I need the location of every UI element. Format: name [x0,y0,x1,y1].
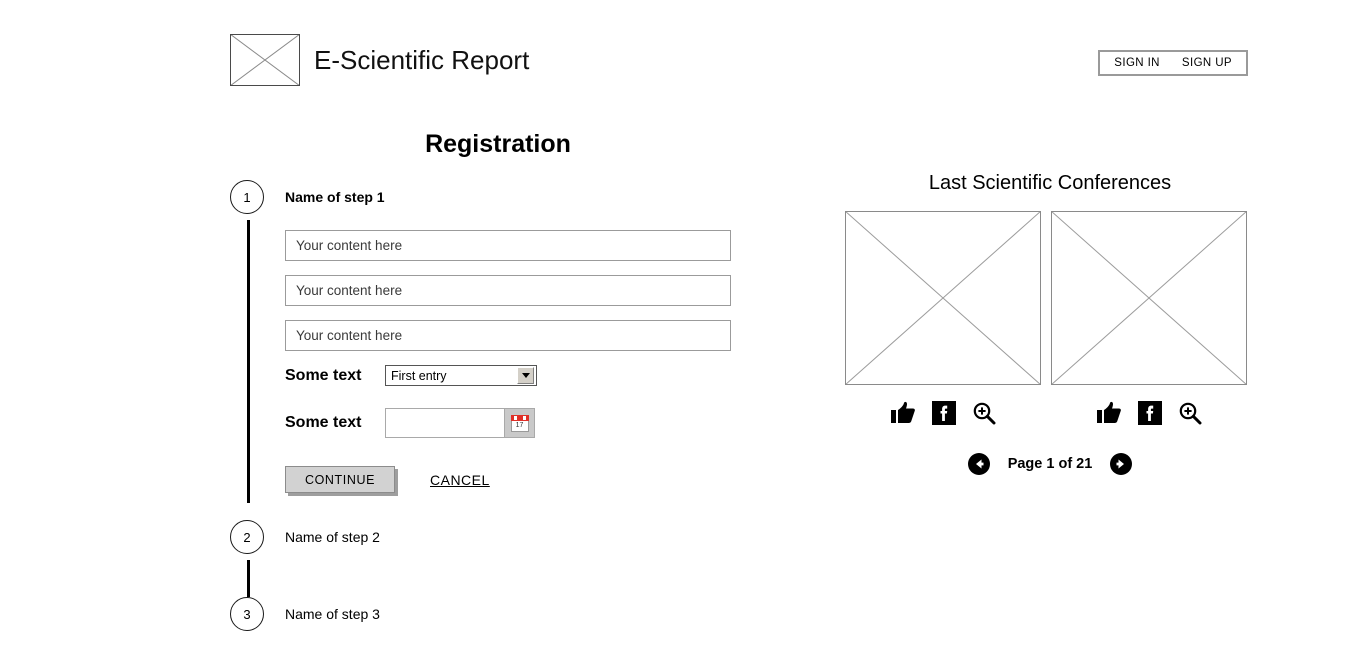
content-input-3[interactable] [285,320,731,351]
registration-page: E-Scientific Report SIGN IN SIGN UP Regi… [0,0,1366,660]
select-field-row: Some text First entry [285,365,731,386]
arrow-right-circle-icon[interactable] [1110,453,1133,475]
date-picker: 17 [385,408,535,438]
step-1-form: Some text First entry Some text [285,230,731,493]
sign-in-link[interactable]: SIGN IN [1114,57,1160,69]
conference-card-list [845,211,1255,425]
conference-card-actions [1051,401,1247,425]
conferences-title: Last Scientific Conferences [928,172,1172,194]
select-field-label: Some text [285,366,362,384]
step-1-label: Name of step 1 [285,189,385,205]
date-field-label: Some text [285,414,362,431]
step-2-number[interactable]: 2 [230,520,264,554]
pagination: Page 1 of 21 [845,453,1255,475]
arrow-left-circle-icon[interactable] [967,453,990,475]
auth-box: SIGN IN SIGN UP [1098,50,1248,76]
conference-card-actions [845,401,1041,425]
conference-image-placeholder[interactable] [1051,211,1247,385]
brand[interactable]: E-Scientific Report [230,34,529,86]
conferences-panel: Last Scientific Conferences Page 1 of 21 [845,172,1255,475]
facebook-icon[interactable] [932,401,956,425]
conference-card [845,211,1041,425]
step-3-label: Name of step 3 [285,606,380,622]
conference-card [1051,211,1247,425]
thumbs-up-icon[interactable] [1096,401,1122,425]
content-input-1[interactable] [285,230,731,261]
continue-button[interactable]: CONTINUE [285,466,395,493]
step-2-label: Name of step 2 [285,529,380,545]
page-title: Registration [425,130,571,158]
brand-title: E-Scientific Report [314,45,530,75]
date-input[interactable] [385,408,505,438]
facebook-icon[interactable] [1138,401,1162,425]
entry-select-value: First entry [391,368,447,383]
sign-up-link[interactable]: SIGN UP [1182,57,1232,69]
calendar-icon[interactable]: 17 [505,408,535,438]
site-header: E-Scientific Report SIGN IN SIGN UP [0,0,1366,110]
thumbs-up-icon[interactable] [890,401,916,425]
conference-image-placeholder[interactable] [845,211,1041,385]
step-connector-1 [247,220,250,503]
calendar-icon-day: 17 [510,420,529,432]
step-1-actions: CONTINUE CANCEL [285,466,731,493]
pagination-label: Page 1 of 21 [1007,456,1093,472]
zoom-in-icon[interactable] [1178,401,1202,425]
cancel-link[interactable]: CANCEL [430,472,490,488]
step-1-number[interactable]: 1 [230,180,264,214]
step-connector-2 [247,560,250,597]
zoom-in-icon[interactable] [972,401,996,425]
entry-select[interactable]: First entry [385,365,537,386]
content-input-2[interactable] [285,275,731,306]
step-3-number[interactable]: 3 [230,597,264,631]
chevron-down-icon[interactable] [517,367,534,384]
date-field-row: Some text 17 [285,408,731,438]
logo-image-placeholder [230,34,300,86]
